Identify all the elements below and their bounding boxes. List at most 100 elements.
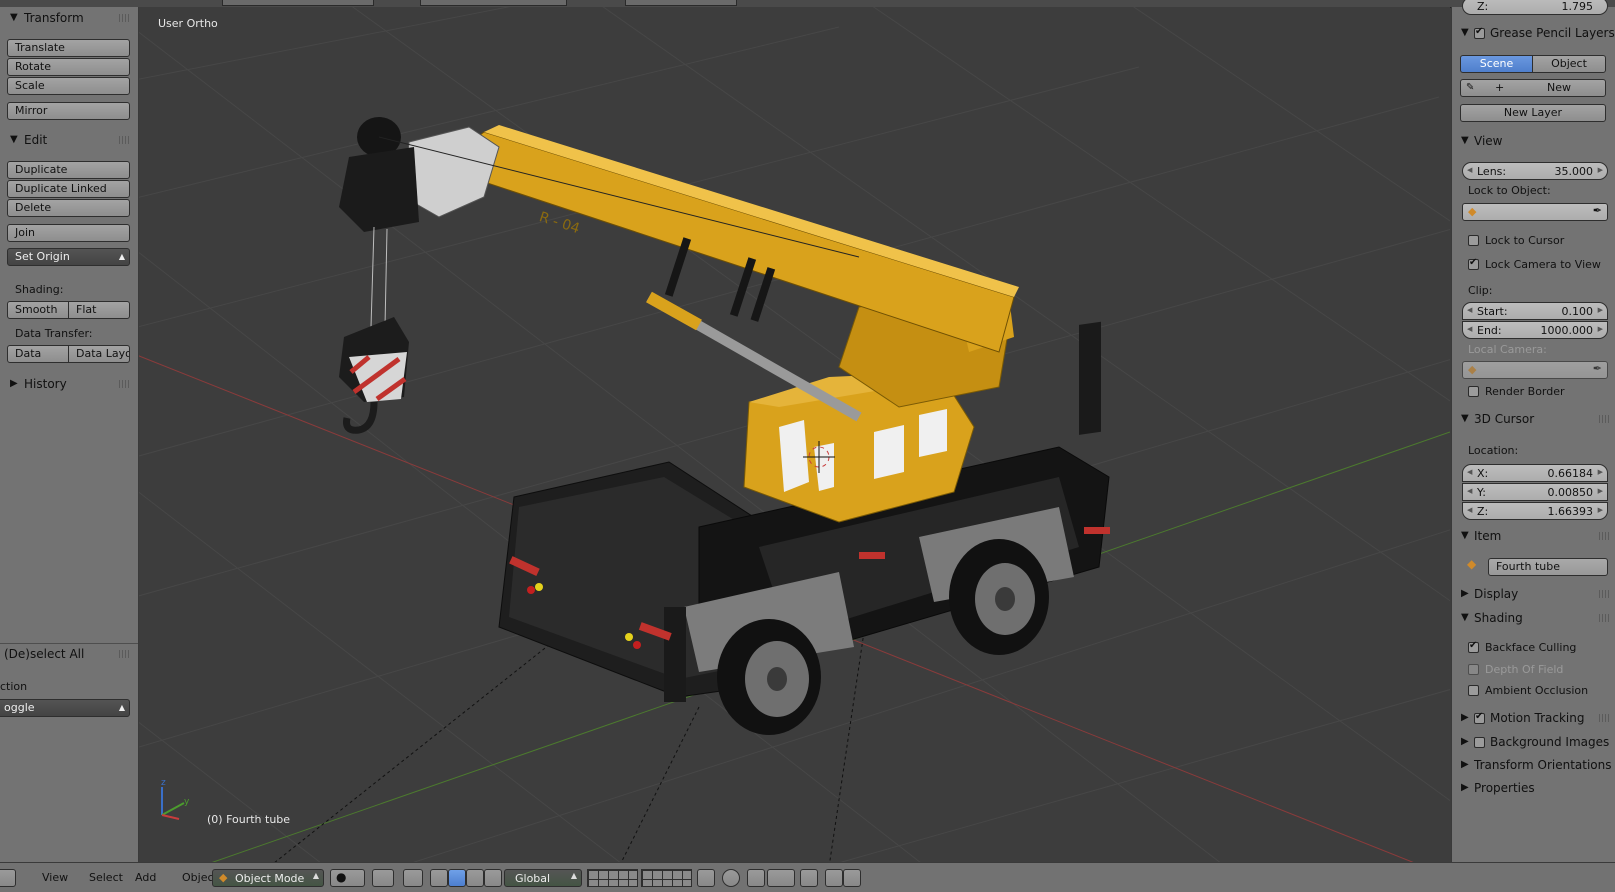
grease-pencil-checkbox[interactable] bbox=[1474, 26, 1485, 39]
new-layer-button[interactable]: New Layer bbox=[1460, 104, 1606, 122]
delete-button[interactable]: Delete bbox=[7, 199, 130, 217]
editor-type-button[interactable] bbox=[0, 869, 16, 887]
lock-camera-checkbox[interactable] bbox=[1468, 257, 1479, 270]
viewport-scene: R - 04 z y bbox=[139, 7, 1450, 862]
snap-magnet-icon[interactable] bbox=[747, 869, 765, 887]
drag-grip-icon[interactable] bbox=[1599, 590, 1610, 598]
data-button[interactable]: Data bbox=[7, 345, 69, 363]
data-layout-button[interactable]: Data Layo bbox=[68, 345, 130, 363]
view-panel-header[interactable]: ▼ View bbox=[1452, 132, 1615, 152]
top-field[interactable] bbox=[625, 0, 737, 6]
display-panel-header[interactable]: ▶ Display bbox=[1452, 585, 1615, 605]
drag-grip-icon[interactable] bbox=[119, 650, 130, 658]
edit-panel-header[interactable]: ▼ Edit bbox=[0, 131, 138, 151]
backface-culling-checkbox[interactable] bbox=[1468, 640, 1479, 653]
crane-model[interactable]: R - 04 bbox=[339, 117, 1110, 735]
scene-tab[interactable]: Scene bbox=[1460, 55, 1533, 73]
rotate-manipulator-icon[interactable] bbox=[466, 869, 484, 887]
action-value: oggle bbox=[4, 701, 35, 714]
transform-panel-header[interactable]: ▼ Transform bbox=[0, 9, 138, 29]
opengl-animation-icon[interactable] bbox=[843, 869, 861, 887]
drag-grip-icon[interactable] bbox=[1599, 415, 1610, 423]
motion-tracking-checkbox[interactable] bbox=[1474, 711, 1485, 724]
history-panel-header[interactable]: ▶ History bbox=[0, 375, 138, 395]
field-label: Lens: bbox=[1477, 165, 1507, 178]
action-dropdown[interactable]: oggle ▲ bbox=[0, 699, 130, 717]
viewport-shading-dropdown[interactable]: ● bbox=[330, 869, 365, 887]
background-images-checkbox[interactable] bbox=[1474, 737, 1485, 748]
top-field[interactable] bbox=[222, 0, 374, 6]
duplicate-button[interactable]: Duplicate bbox=[7, 161, 130, 179]
layers-grid-2[interactable] bbox=[641, 869, 692, 887]
snap-element-dropdown[interactable] bbox=[767, 869, 795, 887]
orientation-dropdown[interactable]: Global ▲ bbox=[504, 869, 582, 887]
transform-manipulator-icon[interactable] bbox=[430, 869, 448, 887]
scale-button[interactable]: Scale bbox=[7, 77, 130, 95]
3d-viewport[interactable]: R - 04 z y User Ortho (0) Fourth tube bbox=[139, 7, 1450, 862]
drag-grip-icon[interactable] bbox=[1599, 714, 1610, 722]
local-camera-label: Local Camera: bbox=[1468, 343, 1547, 356]
opengl-render-icon[interactable] bbox=[825, 869, 843, 887]
flat-button[interactable]: Flat bbox=[68, 301, 130, 319]
right-arrow-icon: ▶ bbox=[1597, 487, 1603, 495]
field-value: 0.00850 bbox=[1547, 486, 1594, 499]
drag-grip-icon[interactable] bbox=[119, 380, 130, 388]
cursor-z-field[interactable]: ◀ Z: 1.66393 ▶ bbox=[1462, 502, 1608, 520]
data-transfer-label: Data Transfer: bbox=[15, 327, 93, 340]
mirror-button[interactable]: Mirror bbox=[7, 102, 130, 120]
layers-grid-1[interactable] bbox=[587, 869, 638, 887]
drag-grip-icon[interactable] bbox=[119, 136, 130, 144]
cursor-x-field[interactable]: ◀ X: 0.66184 ▶ bbox=[1462, 464, 1608, 482]
expand-arrow-icon: ▶ bbox=[1461, 712, 1469, 723]
item-panel-header[interactable]: ▼ Item bbox=[1452, 527, 1615, 547]
plus-icon: + bbox=[1495, 81, 1505, 94]
transform-orientations-panel-header[interactable]: ▶ Transform Orientations bbox=[1452, 756, 1615, 776]
manipulator-toggle[interactable] bbox=[403, 869, 423, 887]
clip-end-field[interactable]: ◀ End: 1000.000 ▶ bbox=[1462, 321, 1608, 339]
drag-grip-icon[interactable] bbox=[1599, 614, 1610, 622]
collapse-arrow-icon: ▼ bbox=[1461, 413, 1469, 424]
snap-target-icon[interactable] bbox=[800, 869, 818, 887]
3d-cursor-panel-header[interactable]: ▼ 3D Cursor bbox=[1452, 410, 1615, 430]
motion-tracking-panel-header[interactable]: ▶ Motion Tracking bbox=[1452, 709, 1615, 729]
object-name-field[interactable]: Fourth tube bbox=[1488, 558, 1608, 576]
top-z-field[interactable]: Z: 1.795 bbox=[1462, 0, 1608, 15]
drag-grip-icon[interactable] bbox=[1599, 532, 1610, 540]
lens-field[interactable]: ◀ Lens: 35.000 ▶ bbox=[1462, 162, 1608, 180]
top-field[interactable] bbox=[420, 0, 567, 6]
translate-button[interactable]: Translate bbox=[7, 39, 130, 57]
lock-to-cursor-checkbox[interactable] bbox=[1468, 235, 1479, 246]
proportional-edit-icon[interactable] bbox=[722, 869, 740, 887]
local-camera-field: ◆ ✒ bbox=[1462, 361, 1608, 379]
expand-arrow-icon: ▶ bbox=[1461, 588, 1469, 599]
translate-manipulator-icon[interactable] bbox=[448, 869, 466, 887]
layer-lock-icon[interactable] bbox=[697, 869, 715, 887]
lock-object-field[interactable]: ◆ ✒ bbox=[1462, 203, 1608, 221]
duplicate-linked-button[interactable]: Duplicate Linked bbox=[7, 180, 130, 198]
rotate-button[interactable]: Rotate bbox=[7, 58, 130, 76]
clip-start-field[interactable]: ◀ Start: 0.100 ▶ bbox=[1462, 302, 1608, 320]
grease-pencil-panel-header[interactable]: ▼ Grease Pencil Layers bbox=[1452, 24, 1615, 44]
shading-panel-header[interactable]: ▼ Shading bbox=[1452, 609, 1615, 629]
select-menu[interactable]: Select bbox=[89, 871, 123, 884]
background-images-panel-header[interactable]: ▶ Background Images bbox=[1452, 733, 1615, 753]
cube-icon: ◆ bbox=[1468, 363, 1477, 376]
cursor-y-field[interactable]: ◀ Y: 0.00850 ▶ bbox=[1462, 483, 1608, 501]
new-grease-pencil-button[interactable]: ✎ + New bbox=[1460, 79, 1606, 97]
smooth-button[interactable]: Smooth bbox=[7, 301, 69, 319]
properties-panel-header[interactable]: ▶ Properties bbox=[1452, 779, 1615, 799]
set-origin-dropdown[interactable]: Set Origin ▲ bbox=[7, 248, 130, 266]
object-tab[interactable]: Object bbox=[1532, 55, 1606, 73]
scale-manipulator-icon[interactable] bbox=[484, 869, 502, 887]
add-menu[interactable]: Add bbox=[135, 871, 156, 884]
render-border-checkbox[interactable] bbox=[1468, 386, 1479, 397]
view-menu[interactable]: View bbox=[42, 871, 68, 884]
mode-dropdown[interactable]: ◆ Object Mode ▲ bbox=[212, 869, 324, 887]
operator-panel-header[interactable]: (De)select All bbox=[0, 645, 138, 665]
join-button[interactable]: Join bbox=[7, 224, 130, 242]
eyedropper-icon[interactable]: ✒ bbox=[1593, 204, 1602, 217]
action-label: ction bbox=[0, 680, 28, 693]
drag-grip-icon[interactable] bbox=[119, 14, 130, 22]
ambient-occlusion-checkbox[interactable] bbox=[1468, 685, 1479, 696]
pivot-point-dropdown[interactable] bbox=[372, 869, 394, 887]
